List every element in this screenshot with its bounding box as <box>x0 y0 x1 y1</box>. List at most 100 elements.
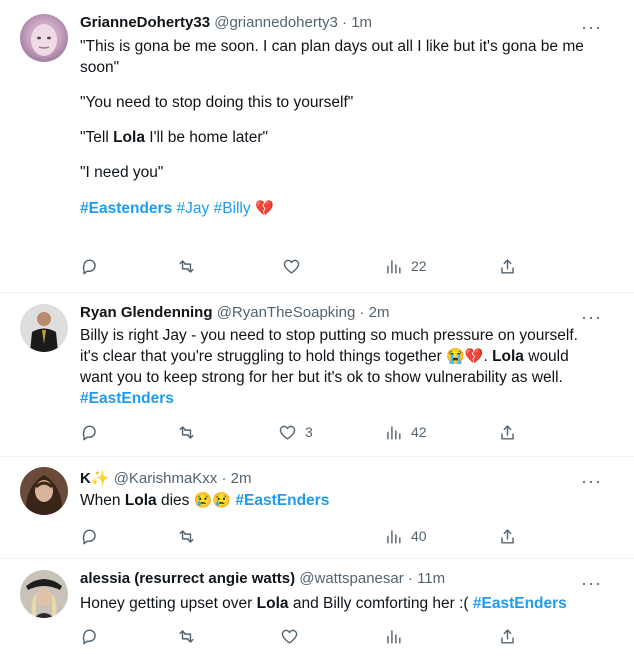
tweet-line: "I need you" <box>80 164 164 181</box>
reply-icon <box>82 628 96 644</box>
handle[interactable]: @griannedoherty3 <box>214 14 338 31</box>
retweet-icon <box>179 259 194 273</box>
handle[interactable]: @wattspanesar <box>299 570 403 587</box>
reply-button[interactable] <box>80 422 99 442</box>
crying-broken-heart-emoji: 😭💔 <box>446 348 484 365</box>
tweet-header: Ryan Glendenning @RyanTheSoapking · 2m <box>80 304 390 321</box>
like-button[interactable] <box>280 626 299 646</box>
retweet-icon <box>179 425 194 439</box>
tweet-header: alessia (resurrect angie watts) @wattspa… <box>80 570 445 587</box>
share-icon <box>501 424 514 440</box>
tweet-paragraph: When Lola dies 😢😢 #EastEnders <box>80 490 600 511</box>
handle[interactable]: @RyanTheSoapking <box>217 304 356 321</box>
hashtag[interactable]: #Billy <box>214 200 251 217</box>
views-button[interactable]: 42 <box>384 422 427 442</box>
tweet-text: When Lola dies 😢😢 #EastEnders <box>80 490 600 511</box>
highlight-lola: Lola <box>113 129 145 146</box>
hashtag[interactable]: #EastEnders <box>80 390 174 407</box>
hashtag-line: #EastEnders <box>80 388 600 409</box>
text-fragment: "Tell <box>80 129 114 146</box>
hashtag[interactable]: #EastEnders <box>235 492 329 509</box>
hashtag[interactable]: #EastEnders <box>473 595 567 612</box>
more-icon[interactable]: ··· <box>581 472 602 490</box>
display-name[interactable]: Ryan Glendenning <box>80 304 213 321</box>
tweet-paragraph: Billy is right Jay - you need to stop pu… <box>80 325 600 388</box>
tweet-text: "This is gona be me soon. I can plan day… <box>80 36 600 219</box>
heart-icon <box>283 259 300 274</box>
avatar[interactable] <box>20 304 68 352</box>
share-button[interactable] <box>498 626 517 646</box>
display-name[interactable]: GrianneDoherty33 <box>80 14 210 31</box>
tweet-actions: 22 <box>80 256 530 280</box>
share-icon <box>501 528 514 544</box>
views-count: 42 <box>411 424 427 440</box>
tweet-line: "Tell Lola I'll be home later" <box>80 127 600 148</box>
text-fragment: dies <box>156 492 194 509</box>
share-button[interactable] <box>498 422 517 442</box>
display-name[interactable]: K <box>80 470 91 487</box>
tweet-text: Billy is right Jay - you need to stop pu… <box>80 325 600 409</box>
avatar[interactable] <box>20 14 68 62</box>
separator: · <box>342 14 348 31</box>
reply-icon <box>82 528 96 544</box>
tweet-actions <box>80 626 530 650</box>
more-icon[interactable]: ··· <box>581 18 602 36</box>
crying-emoji: 😢😢 <box>193 492 232 509</box>
highlight-lola: Lola <box>256 595 289 612</box>
tweet-ryan[interactable]: Ryan Glendenning @RyanTheSoapking · 2m ·… <box>0 293 634 456</box>
text-fragment: and Billy comforting her :( <box>288 595 473 612</box>
like-button[interactable] <box>282 256 301 276</box>
more-icon[interactable]: ··· <box>581 308 602 326</box>
views-icon <box>387 529 401 544</box>
retweet-button[interactable] <box>177 256 196 276</box>
retweet-button[interactable] <box>177 626 196 646</box>
text-fragment: When <box>80 492 125 509</box>
reply-button[interactable] <box>80 256 99 276</box>
like-button[interactable]: 3 <box>278 422 313 442</box>
broken-heart-emoji: 💔 <box>254 200 274 217</box>
timestamp[interactable]: 11m <box>417 570 445 587</box>
display-name[interactable]: alessia (resurrect angie watts) <box>80 570 295 587</box>
reply-button[interactable] <box>80 626 99 646</box>
sparkles-emoji: ✨ <box>90 470 110 487</box>
views-icon <box>387 629 401 644</box>
highlight-lola: Lola <box>124 492 157 509</box>
tweet-actions: 40 <box>80 526 530 550</box>
tweet-header: GrianneDoherty33 @griannedoherty3 · 1m <box>80 14 372 31</box>
more-icon[interactable]: ··· <box>581 574 602 592</box>
reply-icon <box>82 424 96 440</box>
share-button[interactable] <box>498 526 517 546</box>
tweet-karishma[interactable]: K✨ @KarishmaKxx · 2m ··· When Lola dies … <box>0 457 634 558</box>
heart-icon <box>279 425 296 440</box>
tweet-grianne[interactable]: GrianneDoherty33 @griannedoherty3 · 1m ·… <box>0 0 634 292</box>
views-button[interactable]: 40 <box>384 526 427 546</box>
timestamp[interactable]: 2m <box>369 304 390 321</box>
timestamp[interactable]: 1m <box>351 14 372 31</box>
reply-button[interactable] <box>80 526 99 546</box>
tweet-header: K✨ @KarishmaKxx · 2m <box>80 469 251 487</box>
separator: · <box>359 304 365 321</box>
share-icon <box>501 258 514 274</box>
text-fragment: I'll be home later" <box>144 129 268 146</box>
avatar[interactable] <box>20 570 68 618</box>
share-button[interactable] <box>498 256 517 276</box>
retweet-icon <box>179 629 194 643</box>
separator: · <box>407 570 413 587</box>
handle[interactable]: @KarishmaKxx <box>114 470 218 487</box>
retweet-button[interactable] <box>177 526 196 546</box>
tweet-text: Honey getting upset over Lola and Billy … <box>80 593 600 614</box>
share-icon <box>501 628 514 644</box>
views-button[interactable] <box>384 626 403 646</box>
avatar[interactable] <box>20 467 68 515</box>
hashtag[interactable]: #Eastenders <box>80 200 172 217</box>
tweet-line: "This is gona be me soon. I can plan day… <box>80 38 584 76</box>
views-icon <box>387 259 401 274</box>
tweet-line: "You need to stop doing this to yourself… <box>80 94 354 111</box>
avatar-person-icon <box>26 579 62 618</box>
retweet-button[interactable] <box>177 422 196 442</box>
like-count: 3 <box>305 424 313 440</box>
timestamp[interactable]: 2m <box>231 470 252 487</box>
views-button[interactable]: 22 <box>384 256 427 276</box>
hashtag[interactable]: #Jay <box>177 200 210 217</box>
tweet-alessia[interactable]: alessia (resurrect angie watts) @wattspa… <box>0 559 634 665</box>
